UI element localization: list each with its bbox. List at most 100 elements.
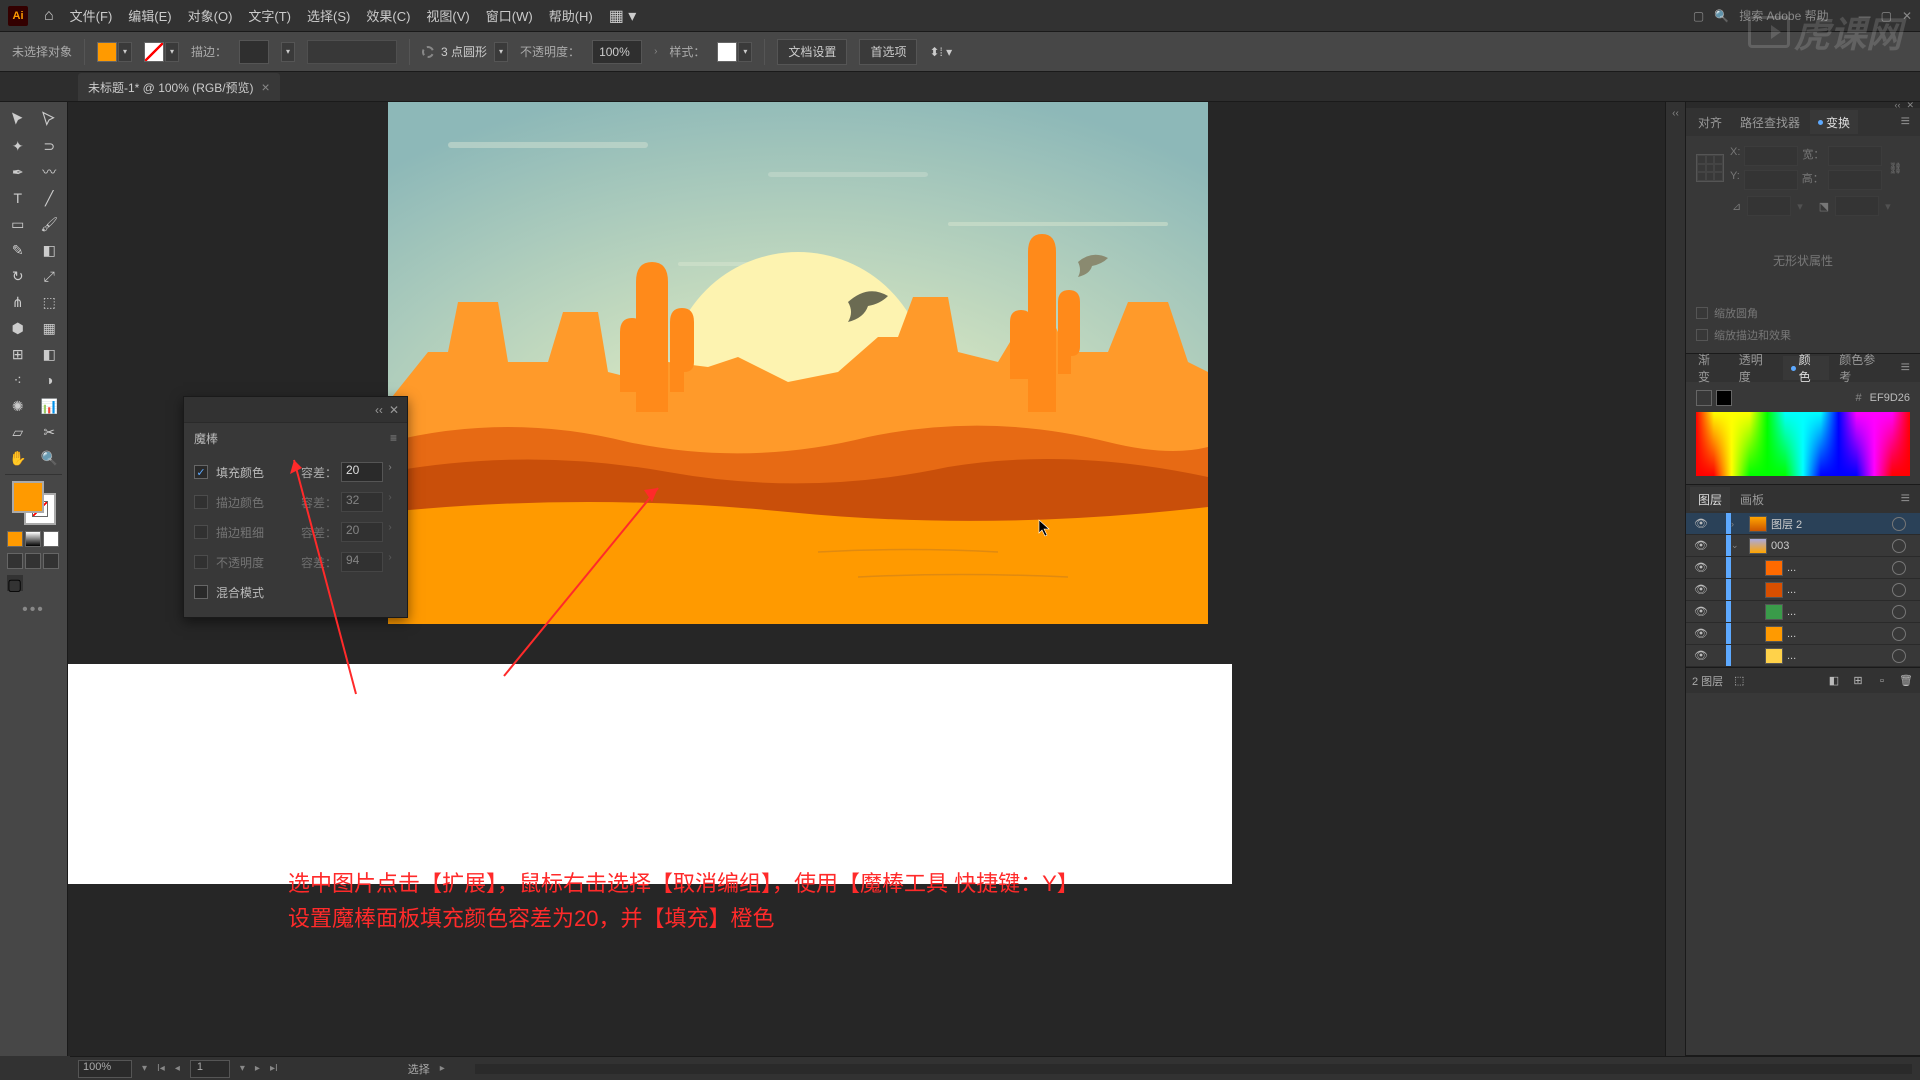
tolerance-stepper[interactable]: › [383,462,397,482]
rotate-input[interactable] [1747,196,1791,216]
tab-transparency[interactable]: 透明度 [1731,356,1781,380]
stroke-color-checkbox[interactable] [194,495,208,509]
expand-icon[interactable]: › [1731,519,1745,529]
opacity-checkbox[interactable] [194,555,208,569]
expand-icon[interactable]: ⌄ [1731,540,1745,551]
menu-window[interactable]: 窗口(W) [486,6,533,25]
slice-tool[interactable]: ✂ [35,420,65,444]
zoom-tool[interactable]: 🔍 [35,446,65,470]
target-icon[interactable] [1892,561,1906,575]
edit-toolbar-icon[interactable]: ••• [3,601,64,619]
color-black-icon[interactable] [1716,390,1732,406]
scale-tool[interactable]: ⤢ [35,264,65,288]
graph-tool[interactable]: 📊 [35,394,65,418]
stroke-color-swatch[interactable] [144,42,164,62]
y-input[interactable] [1744,170,1798,190]
canvas[interactable]: ‹‹✕ 魔棒 ≡ 填充颜色 容差： 20 › 描边颜色 容差： 32 [68,102,1665,1056]
tab-color[interactable]: 颜色 [1783,356,1829,380]
direct-selection-tool[interactable] [35,108,65,132]
free-transform-tool[interactable]: ⬚ [35,290,65,314]
new-sublayer-icon[interactable]: ⊞ [1850,673,1866,689]
visibility-icon[interactable]: 👁 [1690,627,1712,640]
shape-builder-tool[interactable]: ⬢ [3,316,33,340]
menu-file[interactable]: 文件(F) [70,6,113,25]
x-input[interactable] [1744,146,1798,166]
type-tool[interactable]: T [3,186,33,210]
link-wh-icon[interactable]: ⛓ [1888,162,1902,175]
fill-dropdown[interactable]: ▾ [118,42,132,62]
line-tool[interactable]: ╱ [35,186,65,210]
search-placeholder[interactable]: 搜索 Adobe 帮助 [1739,7,1828,24]
gradient-mode-icon[interactable] [25,531,41,547]
graphic-style-swatch[interactable] [717,42,737,62]
tab-gradient[interactable]: 渐变 [1690,356,1729,380]
fill-color-checkbox[interactable] [194,465,208,479]
tab-color-guide[interactable]: 颜色参考 [1831,356,1892,380]
layers-menu-icon[interactable]: ≡ [1895,490,1916,508]
new-layer-icon[interactable]: ▫ [1874,673,1890,689]
artboard-number[interactable]: 1 [190,1060,230,1078]
eyedropper-tool[interactable]: ⁖ [3,368,33,392]
target-icon[interactable] [1892,605,1906,619]
next-artboard-icon[interactable]: ▸ [255,1063,260,1074]
hex-value[interactable]: EF9D26 [1870,392,1910,404]
menu-help[interactable]: 帮助(H) [549,6,593,25]
stroke-weight-checkbox[interactable] [194,525,208,539]
opacity-arrow[interactable]: › [654,46,657,57]
layer-row[interactable]: 👁⌄003 [1686,535,1920,557]
panel-menu-icon[interactable]: ≡ [390,431,397,445]
stroke-weight-dropdown[interactable]: ▾ [281,42,295,62]
panel-drag-header[interactable]: ‹‹✕ [184,397,407,423]
brush-dropdown[interactable]: ▾ [494,42,508,62]
layer-row[interactable]: 👁... [1686,557,1920,579]
target-icon[interactable] [1892,517,1906,531]
maximize-icon[interactable]: ▢ [1881,9,1892,23]
brush-label[interactable]: 3 点圆形 [441,43,487,60]
color-mode-icon[interactable] [7,531,23,547]
screen-mode[interactable]: ▢ [7,575,23,591]
mesh-tool[interactable]: ⊞ [3,342,33,366]
tab-layers[interactable]: 图层 [1690,487,1730,511]
tab-align[interactable]: 对齐 [1690,110,1730,134]
tool-mode-arrow[interactable]: ▸ [440,1063,445,1074]
blend-mode-checkbox[interactable] [194,585,208,599]
gradient-tool[interactable]: ◧ [35,342,65,366]
target-icon[interactable] [1892,539,1906,553]
visibility-icon[interactable]: 👁 [1690,561,1712,574]
magic-wand-tool[interactable]: ✦ [3,134,33,158]
right-collapse-strip[interactable]: ‹‹ [1665,102,1685,1056]
color-spectrum[interactable] [1696,412,1910,476]
draw-mode-behind[interactable] [25,553,41,569]
paintbrush-tool[interactable]: 🖌 [35,212,65,236]
search-icon[interactable]: 🔍 [1714,9,1729,23]
workspace-icon[interactable]: ▢ [1693,9,1704,23]
fill-color-swatch[interactable] [97,42,117,62]
perspective-tool[interactable]: ▦ [35,316,65,340]
layer-row[interactable]: 👁... [1686,601,1920,623]
menu-object[interactable]: 对象(O) [188,6,233,25]
w-input[interactable] [1828,146,1882,166]
fill-stroke-indicator[interactable] [12,481,56,525]
preferences-button[interactable]: 首选项 [859,39,917,65]
tab-transform[interactable]: 变换 [1810,110,1858,134]
eraser-tool[interactable]: ◧ [35,238,65,262]
menu-effect[interactable]: 效果(C) [366,6,410,25]
lasso-tool[interactable]: ⊃ [35,134,65,158]
opacity-input[interactable]: 100% [592,40,642,64]
visibility-icon[interactable]: 👁 [1690,649,1712,662]
blend-tool[interactable]: ◑ [35,368,65,392]
rotate-tool[interactable]: ↻ [3,264,33,288]
menu-view[interactable]: 视图(V) [426,6,469,25]
color-none-icon[interactable] [1696,390,1712,406]
delete-layer-icon[interactable]: 🗑 [1898,673,1914,689]
visibility-icon[interactable]: 👁 [1690,605,1712,618]
minimize-icon[interactable]: — [1859,9,1871,23]
style-dropdown[interactable]: ▾ [738,42,752,62]
shaper-tool[interactable]: ✎ [3,238,33,262]
stroke-dropdown[interactable]: ▾ [165,42,179,62]
none-mode-icon[interactable] [43,531,59,547]
first-artboard-icon[interactable]: I◂ [157,1063,165,1074]
fill-swatch[interactable] [12,481,44,513]
clip-mask-icon[interactable]: ◧ [1826,673,1842,689]
symbol-tool[interactable]: ✺ [3,394,33,418]
